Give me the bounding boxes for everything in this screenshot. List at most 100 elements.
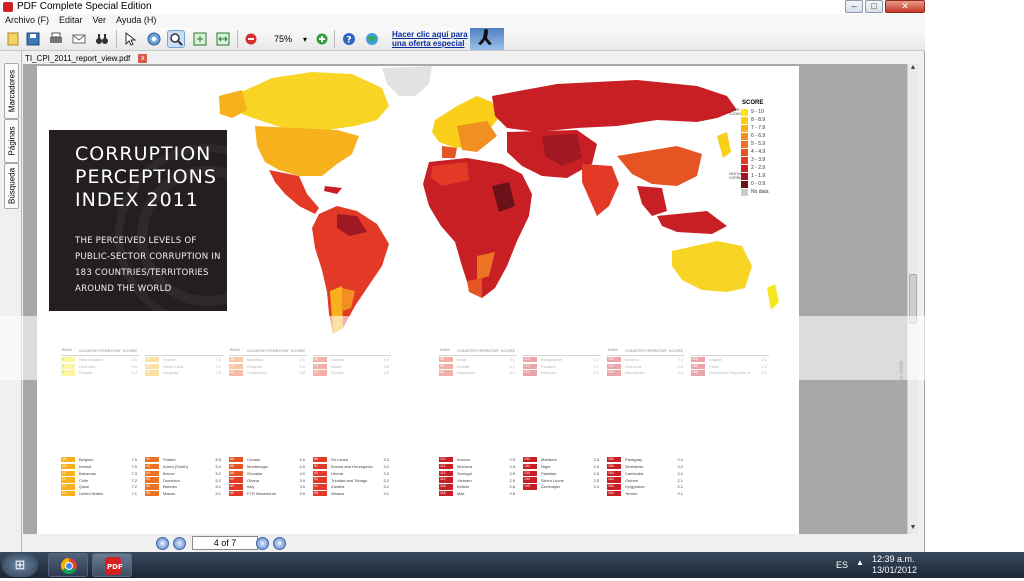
vertical-scrollbar[interactable]: ▲ ▼ [907,64,918,534]
page-number-input[interactable]: 4 of 7 [192,536,258,550]
clock-time[interactable]: 12:39 a.m. [872,554,915,564]
tab-busqueda[interactable]: Búsqueda [4,163,19,209]
table-row: 164 Guinea 2.1 [607,477,685,484]
score-cell: 7.2 [131,484,137,490]
country-cell: Poland [163,457,176,463]
toolbar-separator [334,30,335,48]
promo-link[interactable]: Hacer clic aquí para una oferta especial [392,30,470,48]
new-icon[interactable] [4,30,22,48]
email-icon[interactable] [70,30,88,48]
zoom-in-icon[interactable] [313,30,331,48]
help-icon[interactable]: ? [340,30,358,48]
score-cell: 5.5 [215,457,221,463]
country-cell: Slovakia [247,470,263,476]
score-cell: 7.0 [215,363,221,369]
country-cell: Chile [79,477,89,483]
print-icon[interactable] [47,30,65,48]
hand-icon[interactable] [145,30,163,48]
tab-marcadores[interactable]: Marcadores [4,63,19,119]
scroll-up-arrow[interactable]: ▲ [908,64,918,74]
rank-cell: 112 [439,463,453,470]
country-cell: Ecuador [541,363,556,369]
country-cell: Saint Lucia [163,363,183,369]
country-cell: Belarus [625,356,639,362]
rank-cell: 73 [313,370,327,376]
tab-paginas[interactable]: Páginas [4,119,19,163]
menu-ver[interactable]: Ver [93,14,107,27]
binoculars-icon[interactable] [93,30,111,48]
chrome-taskbar-icon[interactable] [48,553,88,577]
minimize-button[interactable]: – [845,0,863,13]
close-button[interactable]: ✕ [885,0,925,13]
table-row: 143 Mauritania 2.4 [607,370,685,377]
country-cell: Bolivia [457,484,469,490]
fit-page-icon[interactable] [191,30,209,48]
table-header-cell: RANK [230,348,241,352]
document-tab[interactable]: TI_CPI_2011_report_view.pdf x [25,52,148,64]
language-indicator[interactable]: ES [836,560,848,570]
menu-archivo[interactable]: Archivo (F) [5,14,49,27]
rank-cell: 69 [313,356,327,363]
first-page-button[interactable]: « [156,537,169,550]
next-page-button[interactable]: › [256,537,269,550]
country-cell: Finland [79,370,93,376]
country-cell: Sri Lanka [331,457,348,463]
menu-editar[interactable]: Editar [59,14,83,27]
rank-cell: 143 [607,363,621,369]
country-cell: Macau [163,491,176,497]
table-row: 49 Rwanda 5.0 [229,363,307,370]
zoom-dropdown-icon[interactable]: ▾ [299,30,311,48]
table-row: 69 Ghana 3.9 [229,477,307,484]
score-legend: SCORE VERY CLEAN 9 - 10 8 - 8.9 7 - 7.9 6 - … [729,100,799,196]
table-row: 19 Belgium 7.5 [61,456,139,463]
tray-arrow-icon[interactable]: ▲ [856,558,864,567]
country-cell: Pakistan [541,470,557,476]
table-row: 168 Democratic Republic of the Congo 2.0 [691,370,769,377]
rank-cell: 134 [523,457,537,463]
scroll-thumb[interactable] [909,274,917,324]
zoom-icon[interactable] [167,30,185,48]
rank-cell: 95 [439,370,453,376]
select-arrow-icon[interactable] [121,30,139,48]
rank-cell: 91 [313,484,327,490]
table-header [313,348,391,356]
zoom-level[interactable]: 75% [268,34,298,44]
table-row: 24 United States 7.1 [61,490,139,497]
clock-date[interactable]: 13/01/2012 [872,565,917,575]
score-cell: 5.1 [215,491,221,497]
stop-icon[interactable] [242,30,260,48]
ranking-table: 25 France 7.0 25 Saint Lucia 7.0 25 Uruguay 7.0 4… [145,348,223,497]
table-header-cell: SCORE [290,348,305,353]
legend-swatch [741,148,748,156]
table-row: 134 Pakistan 2.5 [523,470,601,477]
globe-icon[interactable] [363,30,381,48]
rank-cell: 25 [145,363,159,369]
document-viewer[interactable]: CORRUPTION PERCEPTIONS INDEX 2011 THE PE… [23,64,907,534]
rank-cell: 46 [145,491,159,497]
score-cell: 3.1 [509,370,515,376]
country-cell: Bangladesh [541,356,563,362]
rank-cell: 69 [229,477,243,483]
table-row: 91 Zambia 3.2 [313,484,391,491]
scroll-down-arrow[interactable]: ▼ [908,524,918,534]
prev-page-button[interactable]: ‹ [173,537,186,550]
country-cell: Zambia [331,484,345,490]
maximize-button[interactable]: □ [865,0,883,13]
promo-banner[interactable]: Hacer clic aquí para una oferta especial [392,28,512,50]
rank-cell: 112 [439,477,453,483]
score-cell: 3.3 [383,457,389,463]
pdf-taskbar-icon[interactable]: PDF [92,553,132,577]
start-button[interactable]: ⊞ [2,553,38,577]
country-cell: Italy [247,484,255,490]
menu-ayuda[interactable]: Ayuda (H) [116,14,156,27]
country-cell: Mali [457,491,465,497]
close-icon[interactable]: x [138,53,148,63]
legend-rows: VERY CLEAN 9 - 10 8 - 8.9 7 - 7.9 6 - 6.9 5 -… [729,108,799,196]
score-cell: 2.7 [593,370,599,376]
last-page-button[interactable]: » [273,537,286,550]
promo-image[interactable] [470,28,504,50]
save-icon[interactable] [24,30,42,48]
score-cell: 4.8 [299,370,305,376]
rank-cell: 46 [145,484,159,490]
fit-width-icon[interactable] [214,30,232,48]
